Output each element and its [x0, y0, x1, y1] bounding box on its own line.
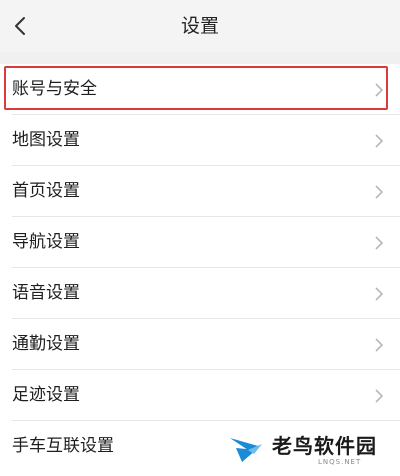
- section-gap: [0, 52, 400, 64]
- settings-item-label: 语音设置: [12, 283, 80, 303]
- settings-item-commute[interactable]: 通勤设置: [0, 319, 400, 370]
- watermark-text: 老鸟软件园: [272, 434, 377, 458]
- settings-item-map[interactable]: 地图设置: [0, 115, 400, 166]
- chevron-right-icon: [375, 338, 384, 352]
- settings-item-voice[interactable]: 语音设置: [0, 268, 400, 319]
- page-title: 设置: [180, 15, 219, 37]
- settings-item-homepage[interactable]: 首页设置: [0, 166, 400, 217]
- settings-item-label: 足迹设置: [12, 385, 80, 405]
- chevron-right-icon: [375, 134, 384, 148]
- chevron-right-icon: [375, 287, 384, 301]
- settings-item-label: 手车互联设置: [12, 436, 114, 456]
- settings-item-label: 导航设置: [12, 232, 80, 252]
- settings-item-label: 首页设置: [12, 181, 80, 201]
- settings-item-label: 地图设置: [12, 130, 80, 150]
- chevron-right-icon: [375, 83, 384, 97]
- chevron-right-icon: [375, 185, 384, 199]
- chevron-right-icon: [375, 236, 384, 250]
- watermark-subtext: LNQS.NET: [318, 458, 362, 466]
- watermark: 老鸟软件园 LNQS.NET: [198, 424, 400, 476]
- settings-list: 账号与安全 地图设置 首页设置 导航设置 语音设置 通勤设置 足迹设置 手车互联…: [0, 64, 400, 472]
- bird-logo-icon: [230, 438, 262, 462]
- settings-item-label: 账号与安全: [12, 79, 97, 99]
- settings-item-label: 通勤设置: [12, 334, 80, 354]
- settings-item-account-security[interactable]: 账号与安全: [0, 64, 400, 115]
- header-bar: 设置: [0, 0, 400, 52]
- settings-item-footprint[interactable]: 足迹设置: [0, 370, 400, 421]
- chevron-right-icon: [375, 389, 384, 403]
- settings-item-navigation[interactable]: 导航设置: [0, 217, 400, 268]
